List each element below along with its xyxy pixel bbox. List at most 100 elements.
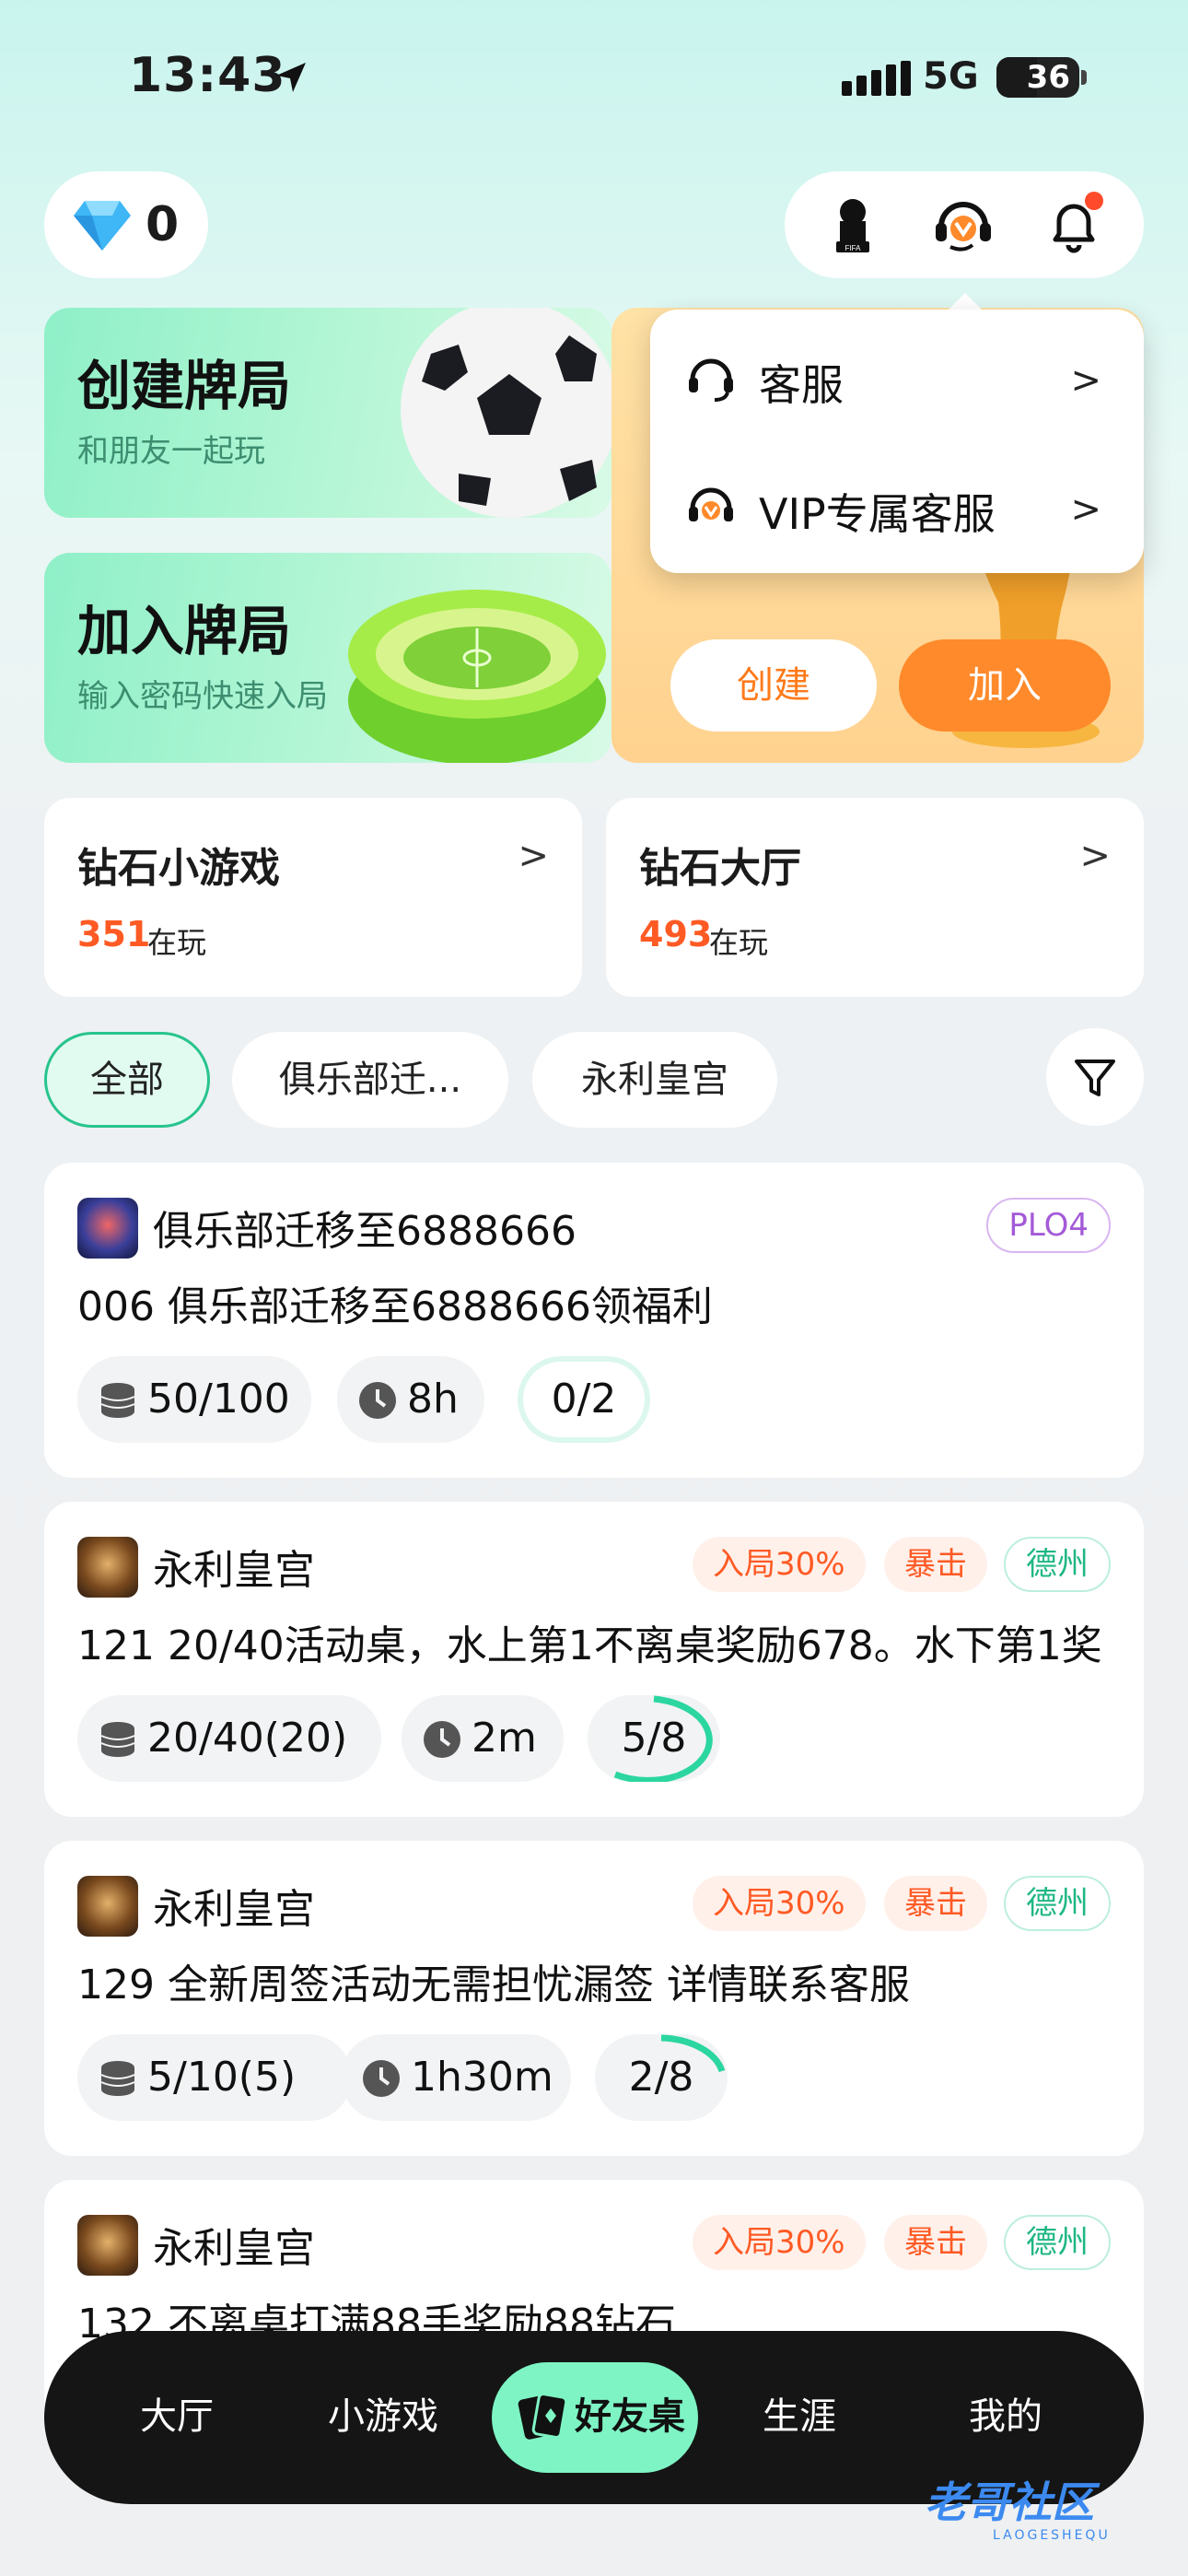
table-description: 121 20/40活动桌，水上第1不离桌奖励678。水下第1奖 [77, 1622, 1102, 1669]
signal-icon [842, 61, 915, 96]
entry-title: 钻石小游戏 [77, 845, 280, 892]
soccer-ball-icon [401, 308, 611, 518]
nav-minigames[interactable]: 小游戏 [328, 2386, 438, 2440]
filter-chip-club[interactable]: 俱乐部迁... [232, 1032, 508, 1128]
time-value: 1h30m [411, 2054, 553, 2101]
blinds-value: 50/100 [147, 1376, 290, 1423]
support-popup-menu: 客服 > VIP专属客服 > [650, 310, 1144, 573]
chips-icon [100, 1722, 135, 1757]
filter-chip-all[interactable]: 全部 [44, 1032, 210, 1128]
top-icon-group: FIFA [785, 171, 1144, 278]
time-stat: 1h30m [341, 2034, 571, 2121]
cards-icon [518, 2393, 568, 2440]
create-subtitle: 和朋友一起玩 [77, 433, 265, 470]
club-logo [77, 1537, 138, 1598]
crit-tag: 暴击 [884, 2215, 987, 2270]
blinds-stat: 50/100 [77, 1356, 311, 1443]
right-join-button[interactable]: 加入 [899, 639, 1111, 732]
join-title: 加入牌局 [77, 600, 292, 662]
table-description: 129 全新周签活动无需担忧漏签 详情联系客服 [77, 1961, 910, 2008]
club-name: 永利皇宫 [153, 1886, 315, 1933]
table-card[interactable]: 永利皇宫 入局30% 暴击 德州 129 全新周签活动无需担忧漏签 详情联系客服… [44, 1841, 1144, 2156]
entry-rate-tag: 入局30% [693, 2215, 866, 2270]
game-type-tag: 德州 [1004, 1537, 1111, 1592]
filter-button[interactable] [1046, 1028, 1144, 1126]
crit-tag: 暴击 [884, 1537, 987, 1592]
popup-pointer [947, 293, 984, 311]
time-stat: 8h [337, 1356, 484, 1443]
funnel-icon [1075, 1060, 1115, 1096]
game-type-tag: 德州 [1004, 2215, 1111, 2270]
time-stat: 2m [402, 1695, 564, 1782]
table-description: 006 俱乐部迁移至6888666领福利 [77, 1283, 713, 1330]
chevron-right-icon: > [1070, 488, 1101, 531]
club-logo [77, 1198, 138, 1259]
battery-cap [1081, 70, 1087, 85]
entry-playing-label: 在玩 [147, 925, 207, 960]
watermark-sub: LAOGESHEQU [993, 2528, 1111, 2543]
clock-icon [359, 1382, 396, 1419]
nav-friend-table-label: 好友桌 [575, 2395, 685, 2438]
diamond-icon [74, 201, 131, 251]
seat-value: 2/8 [628, 2054, 694, 2101]
club-logo [77, 1876, 138, 1937]
notification-dot [1085, 192, 1103, 210]
stadium-icon [348, 590, 606, 763]
club-name: 俱乐部迁移至6888666 [153, 1208, 577, 1255]
battery-icon: 36 [996, 57, 1079, 98]
create-title: 创建牌局 [77, 355, 292, 417]
time-value: 8h [407, 1376, 459, 1423]
club-name: 永利皇宫 [153, 1547, 315, 1594]
nav-lobby[interactable]: 大厅 [140, 2386, 214, 2440]
chips-icon [100, 2061, 135, 2096]
battery-level: 36 [1026, 59, 1070, 96]
location-arrow-icon [276, 63, 306, 92]
seat-count: 5/8 [588, 1695, 720, 1782]
vip-support-icon[interactable] [932, 193, 995, 256]
create-game-card[interactable]: 创建牌局 和朋友一起玩 [44, 308, 611, 518]
vip-headset-icon [689, 487, 733, 521]
chevron-right-icon: > [1079, 835, 1111, 877]
entry-playing-label: 在玩 [709, 925, 769, 960]
status-time: 13:43 [129, 48, 286, 103]
popup-vip-support-label: VIP专属客服 [759, 489, 996, 539]
diamond-balance[interactable]: 0 [44, 171, 208, 278]
game-type-tag: 德州 [1004, 1876, 1111, 1931]
club-name: 永利皇宫 [153, 2225, 315, 2272]
entry-rate-tag: 入局30% [693, 1537, 866, 1592]
blinds-stat: 20/40(20) [77, 1695, 381, 1782]
popup-support-label: 客服 [759, 360, 844, 410]
seat-count: 0/2 [518, 1356, 650, 1443]
diamond-count: 0 [146, 197, 180, 252]
diamond-minigame-entry[interactable]: 钻石小游戏 > 351 在玩 [44, 798, 582, 997]
seat-count: 2/8 [595, 2034, 728, 2121]
right-create-button[interactable]: 创建 [670, 639, 877, 732]
entry-player-count: 493 [639, 914, 713, 954]
popup-item-support[interactable]: 客服 > [650, 319, 1144, 429]
crit-tag: 暴击 [884, 1876, 987, 1931]
game-type-tag: PLO4 [986, 1198, 1111, 1253]
popup-item-vip-support[interactable]: VIP专属客服 > [650, 448, 1144, 558]
table-card[interactable]: 俱乐部迁移至6888666 PLO4 006 俱乐部迁移至6888666领福利 … [44, 1163, 1144, 1478]
time-value: 2m [472, 1715, 537, 1762]
svg-text:FIFA: FIFA [845, 244, 862, 252]
entry-title: 钻石大厅 [639, 845, 801, 892]
fifa-trophy-icon[interactable]: FIFA [821, 193, 884, 256]
join-game-card[interactable]: 加入牌局 输入密码快速入局 [44, 553, 611, 763]
nav-career[interactable]: 生涯 [763, 2386, 836, 2440]
nav-profile[interactable]: 我的 [969, 2386, 1042, 2440]
clock-icon [363, 2060, 400, 2097]
blinds-value: 20/40(20) [147, 1715, 348, 1762]
filter-chip-wynn[interactable]: 永利皇宫 [532, 1032, 777, 1128]
nav-friend-table[interactable]: 好友桌 [492, 2362, 698, 2473]
blinds-value: 5/10(5) [147, 2054, 297, 2101]
club-logo [77, 2215, 138, 2276]
clock-icon [424, 1721, 460, 1758]
chips-icon [100, 1383, 135, 1418]
join-subtitle: 输入密码快速入局 [77, 678, 328, 715]
entry-rate-tag: 入局30% [693, 1876, 866, 1931]
diamond-lobby-entry[interactable]: 钻石大厅 > 493 在玩 [606, 798, 1144, 997]
network-label: 5G [923, 55, 979, 98]
table-card[interactable]: 永利皇宫 入局30% 暴击 德州 121 20/40活动桌，水上第1不离桌奖励6… [44, 1502, 1144, 1817]
entry-player-count: 351 [77, 914, 151, 954]
